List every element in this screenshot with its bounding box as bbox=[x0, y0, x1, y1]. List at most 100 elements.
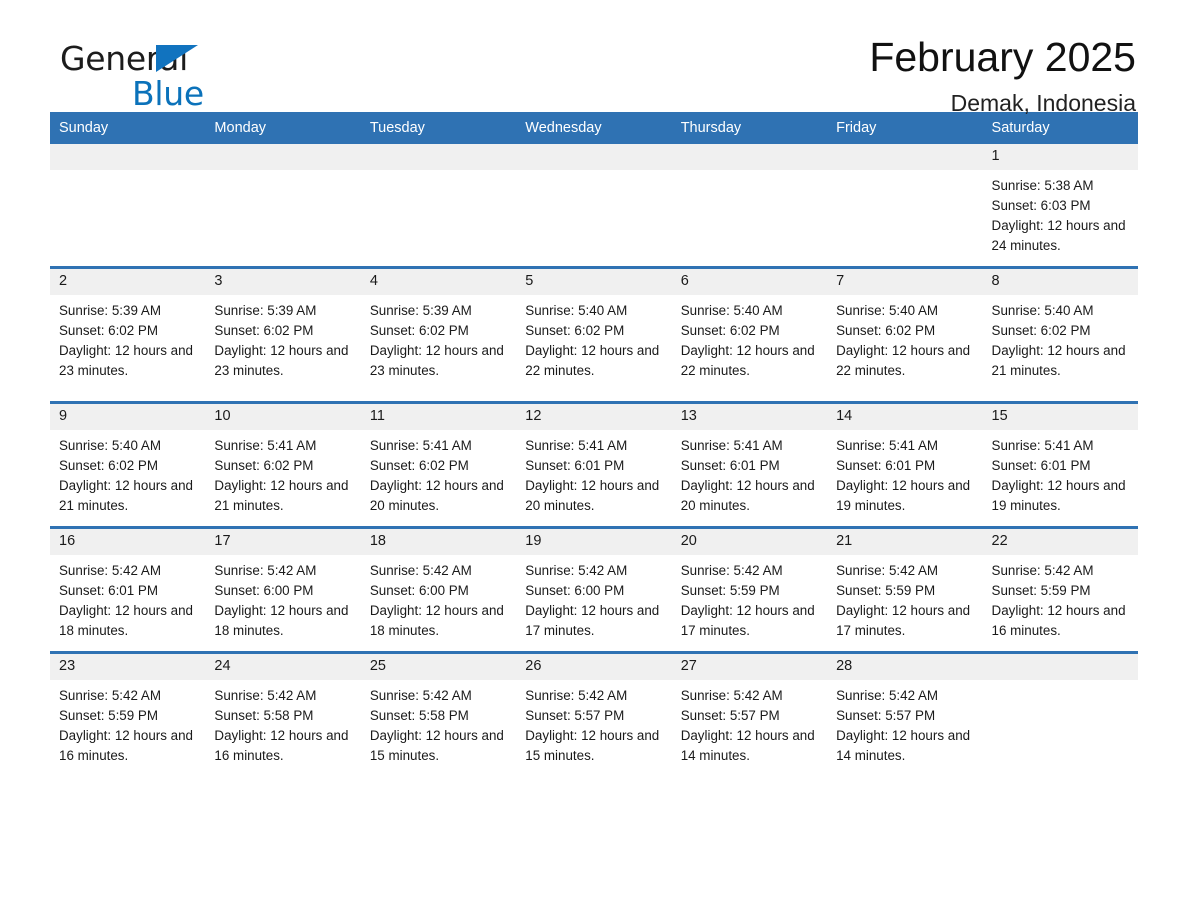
calendar-day-cell[interactable]: 3 Sunrise: 5:39 AM Sunset: 6:02 PM Daylight… bbox=[205, 266, 361, 403]
daylight-text: Daylight: 12 hours and 16 minutes. bbox=[214, 728, 349, 763]
sunrise-text: Sunrise: 5:42 AM bbox=[836, 688, 939, 703]
page-header: General Blue February 2025 Demak, Indone… bbox=[50, 0, 1138, 115]
day-number: 25 bbox=[360, 654, 517, 680]
calendar-day-cell[interactable]: 28 Sunrise: 5:42 AM Sunset: 5:57 PM Dayligh… bbox=[827, 651, 983, 776]
calendar-day-cell[interactable]: 21 Sunrise: 5:42 AM Sunset: 5:59 PM Dayligh… bbox=[827, 526, 983, 653]
sunset-text: Sunset: 5:59 PM bbox=[836, 583, 936, 598]
day-details: Sunrise: 5:41 AM Sunset: 6:01 PM Daylight:… bbox=[672, 430, 827, 526]
sunset-text: Sunset: 6:02 PM bbox=[59, 323, 158, 338]
sunset-text: Sunset: 5:59 PM bbox=[680, 583, 780, 598]
calendar-day-cell[interactable]: 22 Sunrise: 5:42 AM Sunset: 5:59 PM Dayligh… bbox=[982, 526, 1138, 653]
sunset-text: Sunset: 6:02 PM bbox=[214, 458, 314, 473]
sunset-text: Sunset: 5:59 PM bbox=[991, 583, 1091, 598]
sunrise-text: Sunrise: 5:42 AM bbox=[525, 563, 628, 578]
calendar-week-row: 9 Sunrise: 5:40 AM Sunset: 6:02 PM Daylight… bbox=[50, 401, 1138, 528]
sunrise-text: Sunrise: 5:41 AM bbox=[836, 438, 939, 453]
day-number: 23 bbox=[50, 654, 206, 680]
calendar-day-cell-empty bbox=[516, 144, 672, 268]
sunrise-text: Sunrise: 5:40 AM bbox=[836, 303, 939, 318]
generalblue-logo[interactable]: General Blue bbox=[60, 42, 260, 120]
sunrise-text: Sunrise: 5:40 AM bbox=[991, 303, 1094, 318]
daylight-text: Daylight: 12 hours and 23 minutes. bbox=[214, 343, 349, 378]
calendar-day-cell[interactable]: 24 Sunrise: 5:42 AM Sunset: 5:58 PM Dayligh… bbox=[205, 651, 361, 776]
day-number: 2 bbox=[50, 269, 206, 295]
sunset-text: Sunset: 6:01 PM bbox=[59, 583, 158, 598]
calendar-day-cell[interactable]: 12 Sunrise: 5:41 AM Sunset: 6:01 PM Dayligh… bbox=[516, 401, 672, 528]
sunrise-text: Sunrise: 5:40 AM bbox=[525, 303, 628, 318]
calendar-page: General Blue February 2025 Demak, Indone… bbox=[0, 0, 1188, 918]
day-details bbox=[361, 170, 516, 256]
calendar-day-cell[interactable]: 5 Sunrise: 5:40 AM Sunset: 6:02 PM Daylight… bbox=[516, 266, 672, 403]
day-number: 21 bbox=[827, 529, 983, 555]
day-details bbox=[516, 170, 671, 256]
calendar-day-cell-empty bbox=[671, 144, 828, 268]
calendar-day-cell[interactable]: 25 Sunrise: 5:42 AM Sunset: 5:58 PM Dayligh… bbox=[360, 651, 517, 776]
day-number: 28 bbox=[827, 654, 983, 680]
calendar-day-cell[interactable]: 6 Sunrise: 5:40 AM Sunset: 6:02 PM Daylight… bbox=[671, 266, 828, 403]
day-details: Sunrise: 5:42 AM Sunset: 5:59 PM Daylight:… bbox=[672, 555, 827, 651]
calendar-day-cell[interactable]: 20 Sunrise: 5:42 AM Sunset: 5:59 PM Dayligh… bbox=[671, 526, 828, 653]
calendar-body: 1 Sunrise: 5:38 AM Sunset: 6:03 PM Daylight… bbox=[50, 144, 1138, 776]
day-details: Sunrise: 5:42 AM Sunset: 6:00 PM Daylight:… bbox=[516, 555, 671, 651]
day-details bbox=[50, 170, 205, 256]
calendar-day-cell[interactable]: 10 Sunrise: 5:41 AM Sunset: 6:02 PM Dayligh… bbox=[205, 401, 361, 528]
weekday-header-tuesday: Tuesday bbox=[360, 112, 517, 144]
calendar-day-cell[interactable]: 17 Sunrise: 5:42 AM Sunset: 6:00 PM Dayligh… bbox=[205, 526, 361, 653]
day-details bbox=[983, 680, 1138, 766]
day-number: 20 bbox=[671, 529, 828, 555]
calendar-day-cell[interactable]: 11 Sunrise: 5:41 AM Sunset: 6:02 PM Dayligh… bbox=[360, 401, 517, 528]
daylight-text: Daylight: 12 hours and 15 minutes. bbox=[525, 728, 660, 763]
day-number: 19 bbox=[516, 529, 672, 555]
sunrise-text: Sunrise: 5:42 AM bbox=[369, 563, 472, 578]
daylight-text: Daylight: 12 hours and 18 minutes. bbox=[214, 603, 349, 638]
calendar-day-cell[interactable]: 9 Sunrise: 5:40 AM Sunset: 6:02 PM Daylight… bbox=[50, 401, 206, 528]
calendar-day-cell[interactable]: 2 Sunrise: 5:39 AM Sunset: 6:02 PM Daylight… bbox=[50, 266, 206, 403]
calendar-day-cell[interactable]: 18 Sunrise: 5:42 AM Sunset: 6:00 PM Dayligh… bbox=[360, 526, 517, 653]
sunrise-text: Sunrise: 5:41 AM bbox=[214, 438, 317, 453]
daylight-text: Daylight: 12 hours and 24 minutes. bbox=[991, 218, 1126, 253]
calendar-day-cell[interactable]: 13 Sunrise: 5:41 AM Sunset: 6:01 PM Dayligh… bbox=[671, 401, 828, 528]
calendar-day-cell-empty bbox=[827, 144, 983, 268]
calendar-day-cell[interactable]: 27 Sunrise: 5:42 AM Sunset: 5:57 PM Dayligh… bbox=[671, 651, 828, 776]
daylight-text: Daylight: 12 hours and 14 minutes. bbox=[680, 728, 815, 763]
calendar-day-cell[interactable]: 4 Sunrise: 5:39 AM Sunset: 6:02 PM Daylight… bbox=[360, 266, 517, 403]
calendar-day-cell[interactable]: 15 Sunrise: 5:41 AM Sunset: 6:01 PM Dayligh… bbox=[982, 401, 1138, 528]
day-number: 3 bbox=[205, 269, 361, 295]
calendar-day-cell[interactable]: 16 Sunrise: 5:42 AM Sunset: 6:01 PM Dayligh… bbox=[50, 526, 206, 653]
day-details: Sunrise: 5:40 AM Sunset: 6:02 PM Daylight:… bbox=[827, 295, 982, 401]
day-number bbox=[50, 144, 206, 170]
day-number: 12 bbox=[516, 404, 672, 430]
day-details: Sunrise: 5:41 AM Sunset: 6:01 PM Daylight:… bbox=[827, 430, 982, 526]
sunrise-text: Sunrise: 5:40 AM bbox=[59, 438, 161, 453]
calendar-day-cell[interactable]: 7 Sunrise: 5:40 AM Sunset: 6:02 PM Daylight… bbox=[827, 266, 983, 403]
day-details bbox=[827, 170, 982, 256]
day-number: 7 bbox=[827, 269, 983, 295]
sunrise-sunset-calendar: Sunday Monday Tuesday Wednesday Thursday… bbox=[50, 112, 1138, 776]
calendar-day-cell[interactable]: 26 Sunrise: 5:42 AM Sunset: 5:57 PM Dayligh… bbox=[516, 651, 672, 776]
day-number: 5 bbox=[516, 269, 672, 295]
day-details: Sunrise: 5:42 AM Sunset: 5:57 PM Daylight:… bbox=[516, 680, 671, 776]
day-details bbox=[672, 170, 827, 256]
day-details: Sunrise: 5:42 AM Sunset: 6:00 PM Daylight:… bbox=[361, 555, 516, 651]
sunset-text: Sunset: 5:58 PM bbox=[369, 708, 469, 723]
calendar-day-cell[interactable]: 14 Sunrise: 5:41 AM Sunset: 6:01 PM Dayligh… bbox=[827, 401, 983, 528]
sunset-text: Sunset: 6:02 PM bbox=[214, 323, 314, 338]
sunset-text: Sunset: 6:02 PM bbox=[525, 323, 625, 338]
day-details: Sunrise: 5:41 AM Sunset: 6:02 PM Daylight:… bbox=[361, 430, 516, 526]
calendar-day-cell[interactable]: 23 Sunrise: 5:42 AM Sunset: 5:59 PM Dayligh… bbox=[50, 651, 206, 776]
sunrise-text: Sunrise: 5:42 AM bbox=[59, 688, 161, 703]
calendar-day-cell[interactable]: 19 Sunrise: 5:42 AM Sunset: 6:00 PM Dayligh… bbox=[516, 526, 672, 653]
sunrise-text: Sunrise: 5:41 AM bbox=[680, 438, 783, 453]
sunset-text: Sunset: 6:00 PM bbox=[369, 583, 469, 598]
day-number: 10 bbox=[205, 404, 361, 430]
sunset-text: Sunset: 6:01 PM bbox=[680, 458, 780, 473]
daylight-text: Daylight: 12 hours and 21 minutes. bbox=[991, 343, 1126, 378]
calendar-day-cell[interactable]: 8 Sunrise: 5:40 AM Sunset: 6:02 PM Daylight… bbox=[982, 266, 1138, 403]
logo-text-blue: Blue bbox=[132, 74, 204, 113]
day-details: Sunrise: 5:41 AM Sunset: 6:01 PM Daylight:… bbox=[983, 430, 1138, 526]
calendar-day-cell[interactable]: 1 Sunrise: 5:38 AM Sunset: 6:03 PM Daylight… bbox=[982, 144, 1138, 268]
weekday-header-thursday: Thursday bbox=[671, 112, 828, 144]
sunset-text: Sunset: 6:02 PM bbox=[59, 458, 158, 473]
day-details: Sunrise: 5:42 AM Sunset: 6:01 PM Daylight:… bbox=[50, 555, 205, 651]
daylight-text: Daylight: 12 hours and 18 minutes. bbox=[59, 603, 193, 638]
